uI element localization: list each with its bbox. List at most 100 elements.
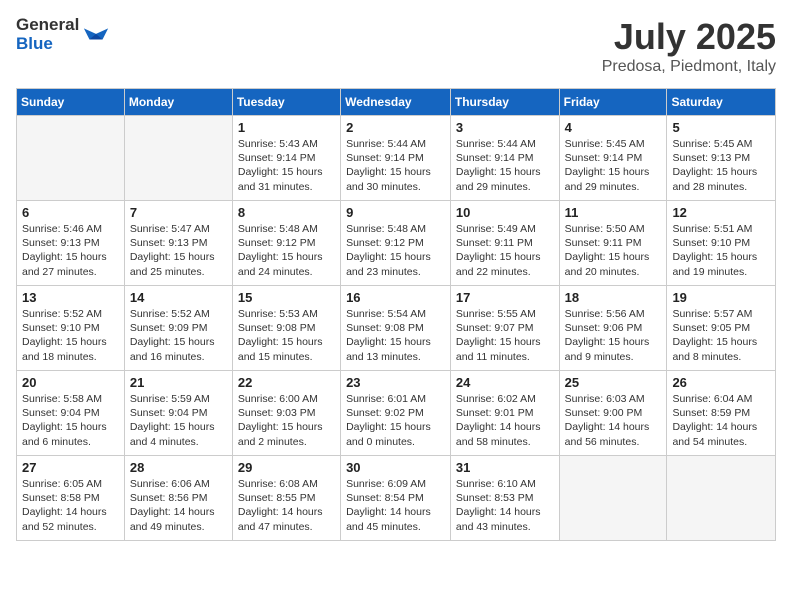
- day-info: Sunrise: 5:47 AM Sunset: 9:13 PM Dayligh…: [130, 222, 227, 279]
- calendar-cell: 12Sunrise: 5:51 AM Sunset: 9:10 PM Dayli…: [667, 201, 776, 286]
- day-info: Sunrise: 6:06 AM Sunset: 8:56 PM Dayligh…: [130, 477, 227, 534]
- day-info: Sunrise: 6:01 AM Sunset: 9:02 PM Dayligh…: [346, 392, 445, 449]
- calendar-cell: 9 Sunrise: 5:48 AM Sunset: 9:12 PM Daylig…: [341, 201, 451, 286]
- day-info: Sunrise: 5:56 AM Sunset: 9:06 PM Dayligh…: [565, 307, 662, 364]
- calendar-cell: 5 Sunrise: 5:45 AM Sunset: 9:13 PM Daylig…: [667, 116, 776, 201]
- logo-blue: Blue: [16, 35, 79, 54]
- day-info: Sunrise: 5:59 AM Sunset: 9:04 PM Dayligh…: [130, 392, 227, 449]
- day-number: 19: [672, 290, 770, 305]
- day-info: Sunrise: 5:52 AM Sunset: 9:09 PM Dayligh…: [130, 307, 227, 364]
- day-info: Sunrise: 6:05 AM Sunset: 8:58 PM Dayligh…: [22, 477, 119, 534]
- calendar-cell: 16 Sunrise: 5:54 AM Sunset: 9:08 PM Dayli…: [341, 286, 451, 371]
- day-info: Sunrise: 5:57 AM Sunset: 9:05 PM Dayligh…: [672, 307, 770, 364]
- calendar-table: SundayMondayTuesdayWednesdayThursdayFrid…: [16, 88, 776, 541]
- day-info: Sunrise: 5:52 AM Sunset: 9:10 PM Dayligh…: [22, 307, 119, 364]
- day-number: 6: [22, 205, 119, 220]
- day-info: Sunrise: 5:48 AM Sunset: 9:12 PM Dayligh…: [346, 222, 445, 279]
- location-subtitle: Predosa, Piedmont, Italy: [602, 58, 776, 76]
- calendar-week-row: 1Sunrise: 5:43 AM Sunset: 9:14 PM Daylig…: [17, 116, 776, 201]
- calendar-cell: 21 Sunrise: 5:59 AM Sunset: 9:04 PM Dayli…: [124, 371, 232, 456]
- calendar-week-row: 20 Sunrise: 5:58 AM Sunset: 9:04 PM Dayli…: [17, 371, 776, 456]
- day-info: Sunrise: 6:03 AM Sunset: 9:00 PM Dayligh…: [565, 392, 662, 449]
- calendar-cell: 7 Sunrise: 5:47 AM Sunset: 9:13 PM Daylig…: [124, 201, 232, 286]
- day-info: Sunrise: 5:45 AM Sunset: 9:13 PM Dayligh…: [672, 137, 770, 194]
- calendar-cell: 15 Sunrise: 5:53 AM Sunset: 9:08 PM Dayli…: [232, 286, 340, 371]
- day-number: 23: [346, 375, 445, 390]
- day-number: 22: [238, 375, 335, 390]
- calendar-header-row: SundayMondayTuesdayWednesdayThursdayFrid…: [17, 89, 776, 116]
- day-info: Sunrise: 5:44 AM Sunset: 9:14 PM Dayligh…: [456, 137, 554, 194]
- calendar-cell: 20 Sunrise: 5:58 AM Sunset: 9:04 PM Dayli…: [17, 371, 125, 456]
- day-header-saturday: Saturday: [667, 89, 776, 116]
- day-info: Sunrise: 5:54 AM Sunset: 9:08 PM Dayligh…: [346, 307, 445, 364]
- logo: General Blue: [16, 16, 110, 53]
- day-header-wednesday: Wednesday: [341, 89, 451, 116]
- calendar-cell: 18 Sunrise: 5:56 AM Sunset: 9:06 PM Dayli…: [559, 286, 667, 371]
- day-header-sunday: Sunday: [17, 89, 125, 116]
- day-number: 21: [130, 375, 227, 390]
- page-header: General Blue July 2025 Predosa, Piedmont…: [16, 16, 776, 76]
- day-info: Sunrise: 5:51 AM Sunset: 9:10 PM Dayligh…: [672, 222, 770, 279]
- day-number: 24: [456, 375, 554, 390]
- day-info: Sunrise: 5:53 AM Sunset: 9:08 PM Dayligh…: [238, 307, 335, 364]
- day-number: 3: [456, 120, 554, 135]
- day-info: Sunrise: 5:55 AM Sunset: 9:07 PM Dayligh…: [456, 307, 554, 364]
- month-year-title: July 2025: [602, 16, 776, 58]
- calendar-cell: 26 Sunrise: 6:04 AM Sunset: 8:59 PM Dayli…: [667, 371, 776, 456]
- day-info: Sunrise: 5:46 AM Sunset: 9:13 PM Dayligh…: [22, 222, 119, 279]
- day-number: 29: [238, 460, 335, 475]
- day-number: 27: [22, 460, 119, 475]
- day-number: 16: [346, 290, 445, 305]
- day-number: 31: [456, 460, 554, 475]
- day-info: Sunrise: 6:02 AM Sunset: 9:01 PM Dayligh…: [456, 392, 554, 449]
- calendar-cell: [559, 456, 667, 541]
- calendar-cell: 22 Sunrise: 6:00 AM Sunset: 9:03 PM Dayli…: [232, 371, 340, 456]
- calendar-cell: 19 Sunrise: 5:57 AM Sunset: 9:05 PM Dayli…: [667, 286, 776, 371]
- day-number: 7: [130, 205, 227, 220]
- day-info: Sunrise: 5:58 AM Sunset: 9:04 PM Dayligh…: [22, 392, 119, 449]
- day-number: 17: [456, 290, 554, 305]
- day-number: 28: [130, 460, 227, 475]
- title-block: July 2025 Predosa, Piedmont, Italy: [602, 16, 776, 76]
- calendar-cell: 29 Sunrise: 6:08 AM Sunset: 8:55 PM Dayli…: [232, 456, 340, 541]
- day-info: Sunrise: 5:50 AM Sunset: 9:11 PM Dayligh…: [565, 222, 662, 279]
- day-number: 4: [565, 120, 662, 135]
- day-number: 8: [238, 205, 335, 220]
- calendar-cell: 30 Sunrise: 6:09 AM Sunset: 8:54 PM Dayli…: [341, 456, 451, 541]
- day-number: 20: [22, 375, 119, 390]
- calendar-cell: 3 Sunrise: 5:44 AM Sunset: 9:14 PM Daylig…: [450, 116, 559, 201]
- calendar-cell: 23 Sunrise: 6:01 AM Sunset: 9:02 PM Dayli…: [341, 371, 451, 456]
- day-number: 10: [456, 205, 554, 220]
- day-info: Sunrise: 5:48 AM Sunset: 9:12 PM Dayligh…: [238, 222, 335, 279]
- calendar-cell: 28 Sunrise: 6:06 AM Sunset: 8:56 PM Dayli…: [124, 456, 232, 541]
- day-number: 26: [672, 375, 770, 390]
- day-info: Sunrise: 6:00 AM Sunset: 9:03 PM Dayligh…: [238, 392, 335, 449]
- day-header-friday: Friday: [559, 89, 667, 116]
- calendar-cell: 11Sunrise: 5:50 AM Sunset: 9:11 PM Dayli…: [559, 201, 667, 286]
- day-number: 9: [346, 205, 445, 220]
- day-info: Sunrise: 5:49 AM Sunset: 9:11 PM Dayligh…: [456, 222, 554, 279]
- calendar-cell: [17, 116, 125, 201]
- day-number: 5: [672, 120, 770, 135]
- calendar-cell: 24 Sunrise: 6:02 AM Sunset: 9:01 PM Dayli…: [450, 371, 559, 456]
- day-info: Sunrise: 6:08 AM Sunset: 8:55 PM Dayligh…: [238, 477, 335, 534]
- day-number: 15: [238, 290, 335, 305]
- day-info: Sunrise: 5:43 AM Sunset: 9:14 PM Dayligh…: [238, 137, 335, 194]
- day-number: 13: [22, 290, 119, 305]
- calendar-cell: 10 Sunrise: 5:49 AM Sunset: 9:11 PM Dayli…: [450, 201, 559, 286]
- calendar-cell: [667, 456, 776, 541]
- calendar-cell: 13 Sunrise: 5:52 AM Sunset: 9:10 PM Dayli…: [17, 286, 125, 371]
- day-info: Sunrise: 5:45 AM Sunset: 9:14 PM Dayligh…: [565, 137, 662, 194]
- calendar-cell: [124, 116, 232, 201]
- day-number: 2: [346, 120, 445, 135]
- calendar-week-row: 13 Sunrise: 5:52 AM Sunset: 9:10 PM Dayli…: [17, 286, 776, 371]
- day-number: 18: [565, 290, 662, 305]
- calendar-cell: 1Sunrise: 5:43 AM Sunset: 9:14 PM Daylig…: [232, 116, 340, 201]
- day-number: 30: [346, 460, 445, 475]
- calendar-cell: 2Sunrise: 5:44 AM Sunset: 9:14 PM Daylig…: [341, 116, 451, 201]
- calendar-cell: 8 Sunrise: 5:48 AM Sunset: 9:12 PM Daylig…: [232, 201, 340, 286]
- day-info: Sunrise: 6:04 AM Sunset: 8:59 PM Dayligh…: [672, 392, 770, 449]
- calendar-cell: 27 Sunrise: 6:05 AM Sunset: 8:58 PM Dayli…: [17, 456, 125, 541]
- day-info: Sunrise: 6:09 AM Sunset: 8:54 PM Dayligh…: [346, 477, 445, 534]
- calendar-cell: 14Sunrise: 5:52 AM Sunset: 9:09 PM Dayli…: [124, 286, 232, 371]
